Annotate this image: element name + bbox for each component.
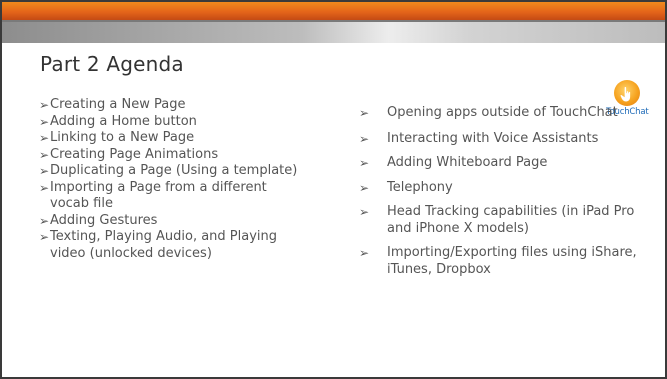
arrow-bullet-icon: ➢ — [39, 180, 50, 195]
arrow-bullet-icon: ➢ — [39, 164, 50, 178]
agenda-item-text: Telephony — [387, 179, 453, 195]
agenda-item-text: Creating Page Animations — [50, 146, 219, 162]
agenda-item: ➢ Adding a Home button — [39, 114, 309, 131]
arrow-bullet-icon: ➢ — [359, 131, 370, 146]
agenda-item: ➢ Creating Page Animations — [39, 147, 309, 164]
agenda-item: ➢ Texting, Playing Audio, and Playing vid… — [39, 229, 309, 262]
arrow-bullet-icon: ➢ — [359, 180, 370, 195]
arrow-bullet-icon: ➢ — [39, 114, 50, 129]
agenda-item: ➢ Telephony — [359, 180, 659, 197]
touchchat-hand-icon — [614, 80, 640, 106]
agenda-item-text: Importing a Page from a different vocab … — [50, 179, 267, 212]
agenda-item: ➢ Adding Whiteboard Page — [359, 155, 659, 172]
agenda-item-text: Opening apps outside of TouchChat — [387, 105, 618, 120]
arrow-bullet-icon: ➢ — [359, 246, 370, 260]
agenda-item-text: Adding a Home button — [50, 113, 197, 129]
arrow-bullet-icon: ➢ — [39, 131, 50, 145]
arrow-bullet-icon: ➢ — [39, 147, 50, 162]
agenda-item-text: Duplicating a Page (Using a template) — [50, 163, 298, 178]
arrow-bullet-icon: ➢ — [39, 230, 50, 244]
orange-header-band — [2, 2, 665, 20]
agenda-item: ➢ Importing a Page from a different vocab… — [39, 180, 309, 213]
agenda-item: ➢ Duplicating a Page (Using a template) — [39, 163, 309, 180]
grey-header-band — [2, 20, 665, 43]
agenda-item: ➢ Linking to a New Page — [39, 130, 309, 147]
agenda-item: ➢ Opening apps outside of TouchChat — [359, 105, 659, 122]
header-divider — [2, 20, 665, 22]
agenda-item-text: Adding Gestures — [50, 212, 158, 228]
agenda-item-text: Adding Whiteboard Page — [387, 155, 548, 170]
agenda-item-text: Interacting with Voice Assistants — [387, 130, 599, 146]
left-agenda-list: ➢ Creating a New Page ➢ Adding a Home butto… — [39, 97, 309, 262]
agenda-item-text: Linking to a New Page — [50, 130, 195, 145]
slide: Part 2 Agenda TouchChat ➢ Creating a New … — [0, 0, 667, 379]
agenda-item: ➢ Head Tracking capabilities (in iPad Pro… — [359, 204, 659, 237]
agenda-item-text: Creating a New Page — [50, 97, 186, 112]
arrow-bullet-icon: ➢ — [39, 98, 50, 112]
slide-title: Part 2 Agenda — [40, 52, 184, 76]
arrow-bullet-icon: ➢ — [39, 213, 50, 228]
agenda-item: ➢ Creating a New Page — [39, 97, 309, 114]
agenda-item: ➢ Adding Gestures — [39, 213, 309, 230]
agenda-item-text: Texting, Playing Audio, and Playing vide… — [50, 229, 278, 261]
agenda-item-text: Importing/Exporting files using iShare, … — [387, 245, 637, 277]
agenda-item-text: Head Tracking capabilities (in iPad Pro … — [387, 204, 635, 236]
agenda-item: ➢ Importing/Exporting files using iShare,… — [359, 245, 659, 278]
arrow-bullet-icon: ➢ — [359, 156, 370, 170]
arrow-bullet-icon: ➢ — [359, 106, 370, 120]
right-agenda-list: ➢ Opening apps outside of TouchChat ➢ Inter… — [359, 105, 659, 286]
arrow-bullet-icon: ➢ — [359, 205, 370, 219]
agenda-item: ➢ Interacting with Voice Assistants — [359, 131, 659, 148]
